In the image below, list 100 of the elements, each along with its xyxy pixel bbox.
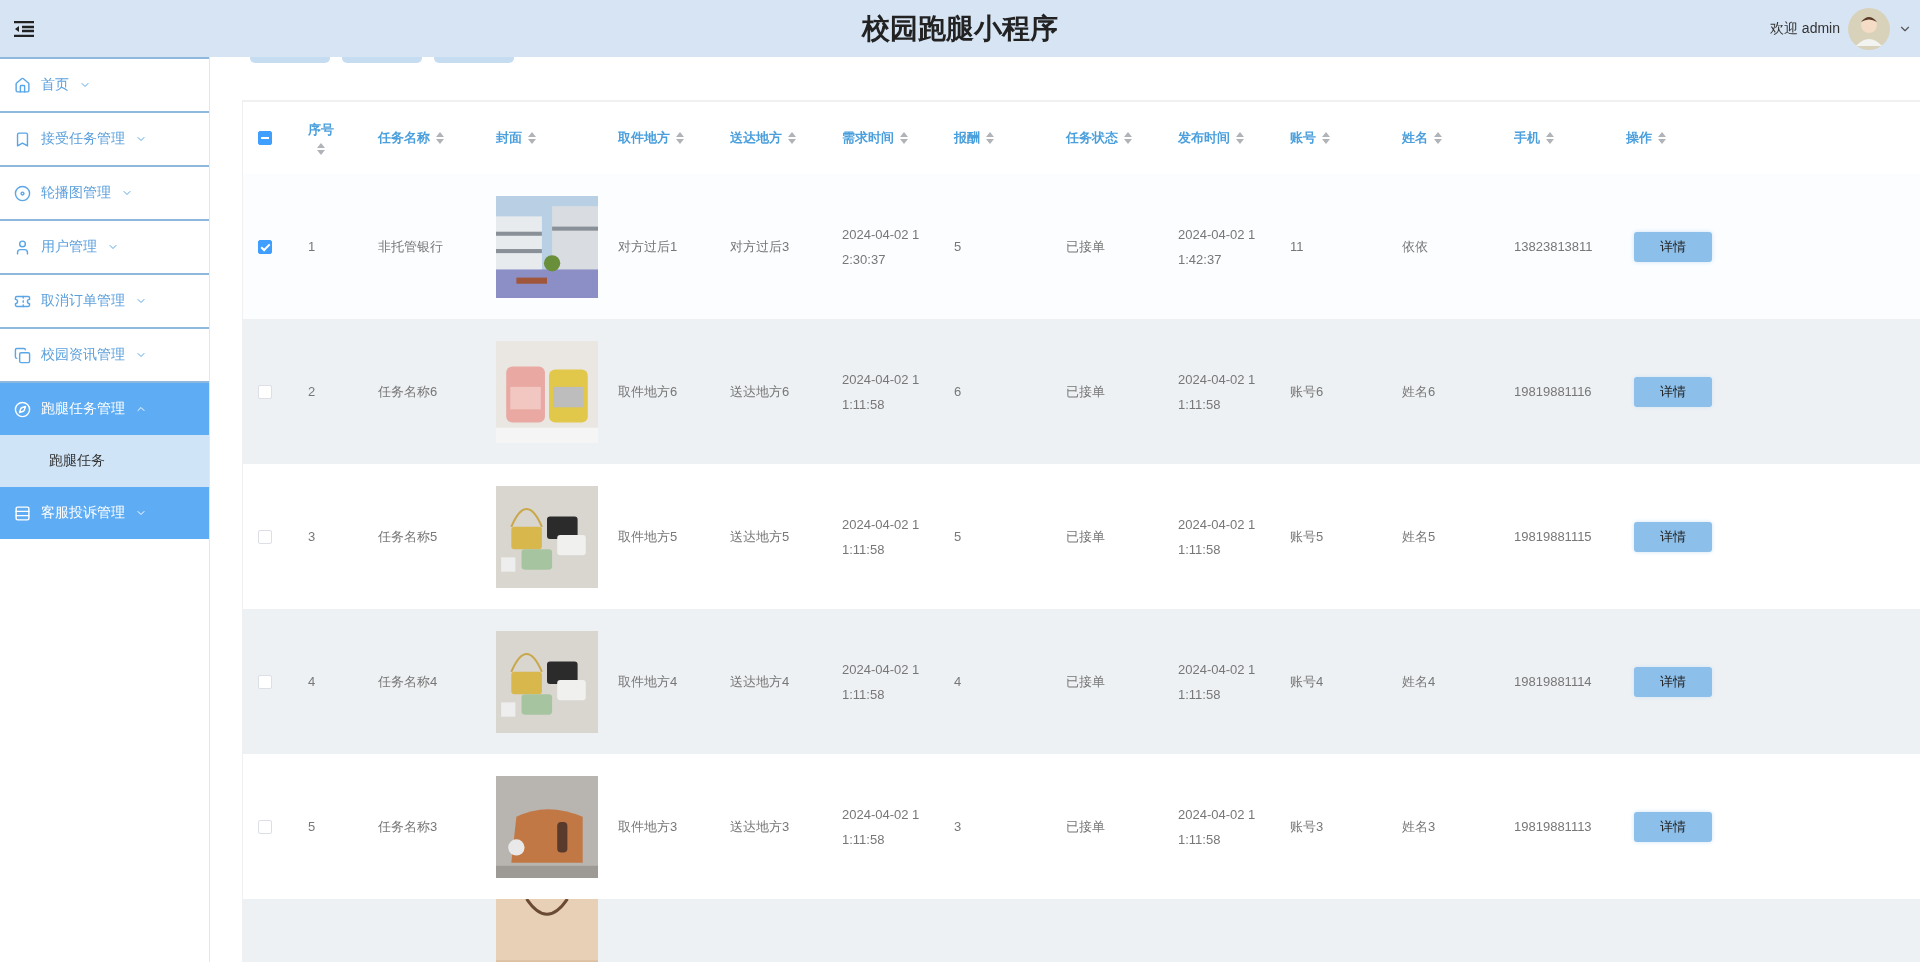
table-cell-text: 任务名称3	[378, 818, 438, 836]
column-header[interactable]: 送达地方	[730, 129, 796, 147]
sort-icon[interactable]	[986, 132, 994, 144]
table-cell-text: 对方过后1	[618, 238, 678, 256]
table-cell-text: 19819881114	[1514, 673, 1592, 691]
row-checkbox[interactable]	[258, 239, 272, 254]
menu-item-icon	[14, 504, 31, 522]
detail-button[interactable]: 详情	[1634, 811, 1712, 842]
table-cell-text: 任务名称5	[378, 528, 438, 546]
menu-item-icon	[14, 184, 31, 202]
table-cell-text: 2024-04-02 11:11:58	[842, 660, 921, 704]
column-header[interactable]: 操作	[1626, 129, 1666, 147]
table-cell-text: 账号3	[1290, 818, 1324, 836]
avatar[interactable]	[1848, 7, 1890, 50]
table-cell-text: 2024-04-02 11:11:58	[842, 515, 921, 559]
sidebar-item[interactable]: 首页	[0, 57, 209, 113]
table-cell-text: 送达地方5	[730, 528, 790, 546]
sort-icon[interactable]	[1124, 132, 1132, 144]
detail-button[interactable]: 详情	[1634, 521, 1712, 552]
table-cell-text: 2024-04-02 12:30:37	[842, 225, 921, 269]
table-cell-text: 非托管银行	[378, 238, 443, 256]
table-cell-text: 19819881113	[1514, 818, 1592, 836]
sort-icon[interactable]	[1546, 132, 1554, 144]
table-cell-text: 11	[1290, 238, 1304, 256]
table-cell-text: 4	[954, 673, 962, 691]
table-cell-text: 已接单	[1066, 238, 1105, 256]
table-cell-text: 任务名称4	[378, 673, 438, 691]
table-cell-text: 3	[308, 528, 316, 546]
table-cell-text: 姓名6	[1402, 383, 1436, 401]
table-cell-text: 取件地方6	[618, 383, 678, 401]
table-cell-text: 送达地方4	[730, 673, 790, 691]
table-cell-text: 依依	[1402, 238, 1428, 256]
table-cell-text: 任务名称6	[378, 383, 438, 401]
table-cell-text: 19819881116	[1514, 383, 1592, 401]
table-cell-text: 已接单	[1066, 673, 1105, 691]
toolbar-button[interactable]	[434, 57, 514, 63]
sort-icon[interactable]	[900, 132, 908, 144]
column-header[interactable]: 任务状态	[1066, 129, 1132, 147]
sort-icon[interactable]	[528, 132, 536, 144]
menu-item-icon	[14, 400, 31, 418]
table-cell-text: 姓名4	[1402, 673, 1436, 691]
column-header[interactable]: 姓名	[1402, 129, 1442, 147]
column-header[interactable]: 报酬	[954, 129, 994, 147]
sidebar-item[interactable]: 跑腿任务管理	[0, 383, 209, 435]
sort-icon[interactable]	[1236, 132, 1244, 144]
table-cell-text: 账号4	[1290, 673, 1324, 691]
table-cell-text: 2024-04-02 11:11:58	[1178, 805, 1257, 849]
toolbar-button[interactable]	[250, 57, 330, 63]
menu-item-icon	[14, 76, 31, 94]
table-row[interactable]: 4 任务名称4 取件地方4 送达地方4 2024-04-02 11:11:58 4 已接单 2024-04-02 11:11:58 账号4 姓名4 19819881114 详情	[243, 609, 1920, 754]
menu-item-icon	[14, 346, 31, 364]
column-header[interactable]: 账号	[1290, 129, 1330, 147]
table-cell-text: 5	[954, 238, 962, 256]
sort-icon[interactable]	[676, 132, 684, 144]
table-row[interactable]: 1 非托管银行 对方过后1 对方过后3 2024-04-02 12:30:37 5 已接单 2024-04-02 11:42:37 11 依依 13823813811 详情	[243, 174, 1920, 319]
table-cell-text: 2024-04-02 11:11:58	[1178, 660, 1257, 704]
sidebar-item[interactable]: 客服投诉管理	[0, 487, 209, 539]
detail-button[interactable]: 详情	[1634, 666, 1712, 697]
sort-icon[interactable]	[436, 132, 444, 144]
sort-icon[interactable]	[788, 132, 796, 144]
sort-icon[interactable]	[317, 143, 325, 155]
submenu-item[interactable]: 跑腿任务	[0, 435, 209, 487]
table-row[interactable]: 2 任务名称6 取件地方6 送达地方6 2024-04-02 11:11:58 6 已接单 2024-04-02 11:11:58 账号6 姓名6 19819881116 详情	[243, 319, 1920, 464]
menu-item-icon	[14, 238, 31, 256]
table-cell-text: 2024-04-02 11:11:58	[1178, 515, 1257, 559]
table-cell-text: 姓名5	[1402, 528, 1436, 546]
column-header[interactable]: 封面	[496, 129, 536, 147]
column-header[interactable]: 取件地方	[618, 129, 684, 147]
column-header[interactable]: 任务名称	[378, 129, 444, 147]
welcome-text: 欢迎 admin	[1769, 19, 1840, 38]
table-cell-text: 13823813811	[1514, 238, 1593, 256]
column-header[interactable]: 序号	[308, 121, 334, 139]
toolbar-button[interactable]	[342, 57, 422, 63]
table-cell-text: 取件地方4	[618, 673, 678, 691]
sort-icon[interactable]	[1322, 132, 1330, 144]
column-header[interactable]: 发布时间	[1178, 129, 1244, 147]
column-header[interactable]: 需求时间	[842, 129, 908, 147]
table-cell-text: 已接单	[1066, 818, 1105, 836]
table-cell-text: 送达地方3	[730, 818, 790, 836]
menu-icon[interactable]	[14, 20, 34, 37]
select-all-checkbox[interactable]	[258, 131, 272, 145]
table-cell-text: 2	[308, 383, 316, 401]
table-cell-text: 3	[954, 818, 962, 836]
table-cell-text: 4	[308, 673, 316, 691]
menu-item-icon	[14, 130, 31, 148]
table-cell-text: 已接单	[1066, 528, 1105, 546]
table-cell-text: 19819881115	[1514, 528, 1592, 546]
table-cell-text: 2024-04-02 11:11:58	[1178, 370, 1257, 414]
sort-icon[interactable]	[1434, 132, 1442, 144]
table-cell-text: 取件地方5	[618, 528, 678, 546]
table-cell-text: 已接单	[1066, 383, 1105, 401]
detail-button[interactable]: 详情	[1634, 231, 1712, 262]
table-cell-text: 6	[954, 383, 962, 401]
column-header[interactable]: 手机	[1514, 129, 1554, 147]
table-cell-text: 账号5	[1290, 528, 1324, 546]
table-cell-text: 5	[308, 818, 316, 836]
table-cell-text: 2024-04-02 11:42:37	[1178, 225, 1257, 269]
sort-icon[interactable]	[1658, 132, 1666, 144]
table-cell-text: 1	[308, 238, 316, 256]
detail-button[interactable]: 详情	[1634, 376, 1712, 407]
